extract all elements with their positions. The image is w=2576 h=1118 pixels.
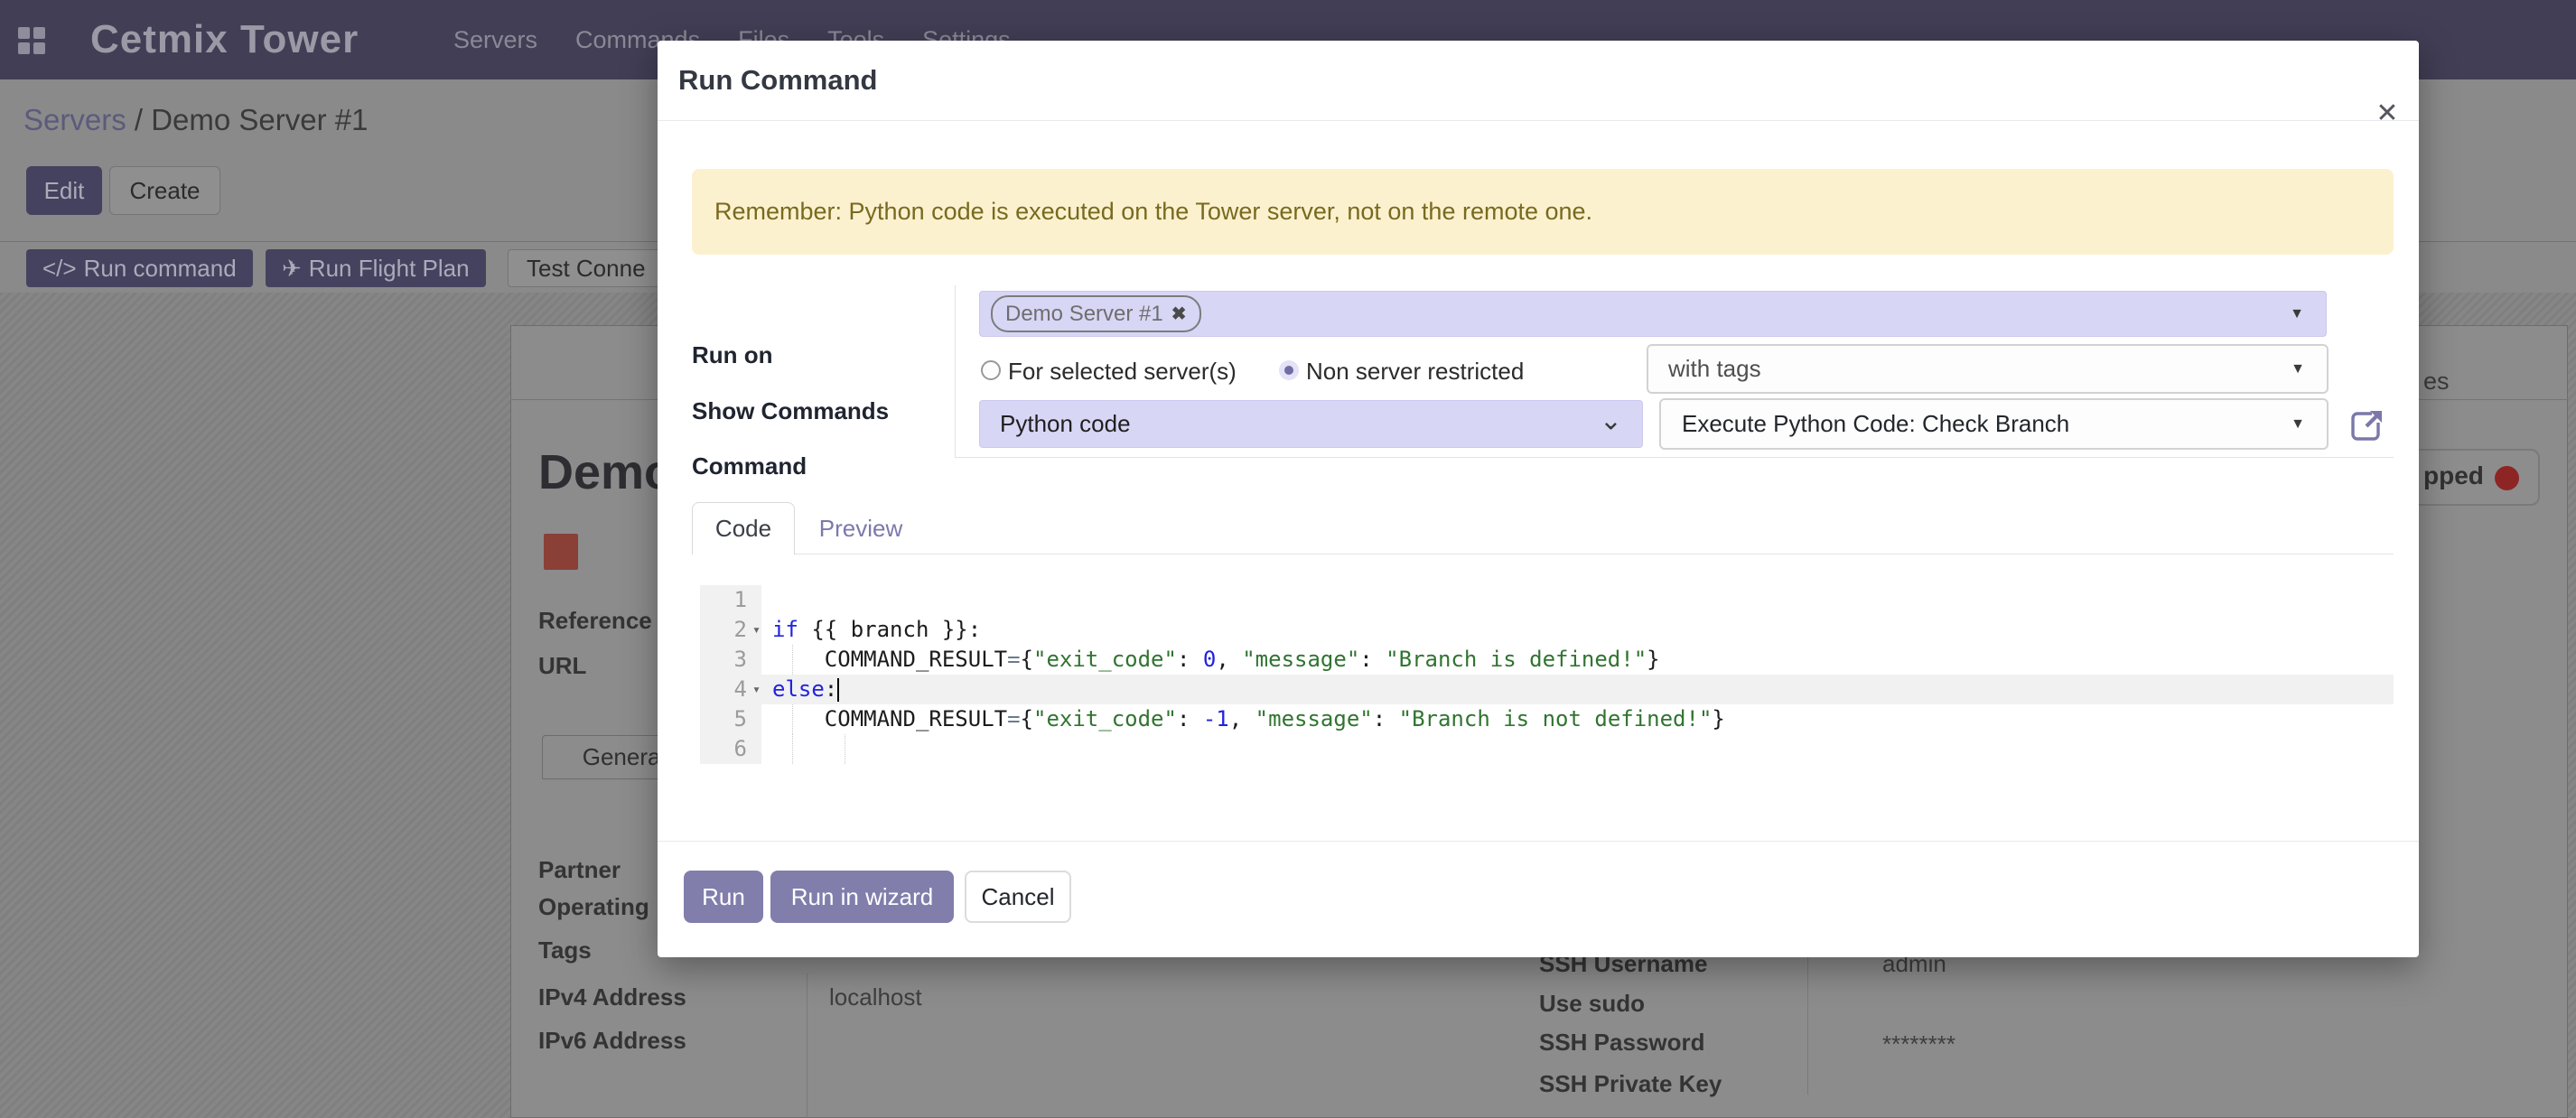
breadcrumb-link-servers[interactable]: Servers [23, 103, 126, 136]
screen: Cetmix Tower Servers Commands Files Tool… [0, 0, 2576, 1118]
field-label-ssh-private-key: SSH Private Key [1539, 1070, 1722, 1098]
code-icon: </> [42, 255, 77, 283]
caret-down-icon: ▼ [2291, 361, 2305, 377]
gutter-line-number: 2▾ [700, 615, 761, 645]
gutter-line-number: 1 [700, 585, 761, 615]
field-label-ipv6: IPv6 Address [538, 1027, 686, 1055]
radio-non-server-restricted[interactable] [1279, 360, 1299, 380]
field-label-ssh-password: SSH Password [1539, 1029, 1705, 1057]
field-label-url: URL [538, 652, 586, 680]
code-line-1[interactable]: 1 [700, 585, 2394, 615]
form-group-horizontal-divider [955, 457, 2394, 458]
field-label-reference: Reference [538, 607, 652, 635]
status-label-fragment: pped [2423, 461, 2484, 490]
code-line-2[interactable]: 2▾if {{ branch }}: [700, 615, 2394, 645]
breadcrumb-separator: / [126, 103, 152, 136]
tag-remove-icon[interactable]: ✖ [1171, 303, 1187, 325]
code-line-4[interactable]: 4▾else: [700, 675, 2394, 704]
server-tag-pill: Demo Server #1 ✖ [991, 295, 1201, 332]
run-on-select[interactable]: Demo Server #1 ✖ ▼ [979, 291, 2327, 337]
external-link-icon[interactable] [2348, 408, 2385, 444]
fold-arrow-icon[interactable]: ▾ [752, 675, 761, 704]
command-label: Command [692, 452, 807, 480]
breadcrumb: Servers / Demo Server #1 [23, 103, 368, 137]
edit-button[interactable]: Edit [26, 166, 102, 215]
modal-header-divider [658, 120, 2419, 121]
right-group-divider [1807, 939, 1808, 1095]
field-label-operating-system: Operating [538, 893, 649, 921]
create-button[interactable]: Create [109, 166, 220, 215]
caret-down-icon: ▼ [2290, 306, 2304, 322]
field-label-partner: Partner [538, 856, 621, 884]
menu-item-servers[interactable]: Servers [453, 26, 537, 54]
server-color-swatch[interactable] [544, 534, 578, 570]
fold-arrow-icon[interactable]: ▾ [752, 615, 761, 645]
code-line-content[interactable]: else: [761, 675, 2394, 704]
radio-non-server-restricted-label[interactable]: Non server restricted [1306, 358, 1524, 386]
code-line-content[interactable]: if {{ branch }}: [761, 615, 2394, 645]
with-tags-select[interactable]: with tags ▼ [1647, 344, 2329, 394]
plane-icon: ✈ [282, 255, 302, 283]
gutter-line-number: 4▾ [700, 675, 761, 704]
command-select[interactable]: Execute Python Code: Check Branch ▼ [1659, 398, 2329, 450]
command-type-select[interactable]: Python code ⌄ [979, 400, 1643, 448]
run-on-label: Run on [692, 341, 773, 369]
status-dot-icon [2495, 466, 2519, 490]
code-editor[interactable]: 12▾if {{ branch }}:3 COMMAND_RESULT={"ex… [700, 585, 2394, 764]
show-commands-label: Show Commands [692, 397, 889, 425]
breadcrumb-current: Demo Server #1 [151, 103, 368, 136]
cancel-button[interactable]: Cancel [965, 871, 1071, 923]
close-icon[interactable]: ✕ [2367, 93, 2407, 133]
stat-button-fragment[interactable]: es [2423, 368, 2450, 396]
run-button[interactable]: Run [684, 871, 763, 923]
form-group-vertical-divider [955, 285, 956, 457]
field-label-use-sudo: Use sudo [1539, 990, 1645, 1018]
code-line-content[interactable] [761, 734, 2394, 764]
app-brand[interactable]: Cetmix Tower [90, 0, 359, 79]
tab-code[interactable]: Code [692, 502, 795, 554]
run-flight-plan-button[interactable]: ✈ Run Flight Plan [266, 249, 486, 287]
apps-grid-icon[interactable] [18, 27, 45, 54]
code-line-3[interactable]: 3 COMMAND_RESULT={"exit_code": 0, "messa… [700, 645, 2394, 675]
modal-footer-divider [658, 841, 2419, 842]
radio-for-selected-servers-label[interactable]: For selected server(s) [1008, 358, 1237, 386]
code-line-content[interactable] [761, 585, 2394, 615]
gutter-line-number: 6 [700, 734, 761, 764]
chevron-down-icon: ⌄ [1600, 405, 1622, 436]
code-line-content[interactable]: COMMAND_RESULT={"exit_code": -1, "messag… [761, 704, 2394, 734]
field-label-tags: Tags [538, 936, 592, 964]
server-title: Demo [538, 444, 674, 500]
modal-title: Run Command [678, 41, 877, 120]
gutter-line-number: 5 [700, 704, 761, 734]
field-value-ipv4: localhost [829, 983, 922, 1011]
tab-preview[interactable]: Preview [807, 502, 914, 554]
run-command-modal: Run Command ✕ Remember: Python code is e… [658, 41, 2419, 957]
field-value-ssh-password: ******** [1882, 1030, 1955, 1058]
radio-for-selected-servers[interactable] [981, 360, 1001, 380]
python-warning-alert: Remember: Python code is executed on the… [692, 169, 2394, 255]
text-cursor [837, 678, 839, 702]
caret-down-icon: ▼ [2291, 416, 2305, 433]
field-label-ipv4: IPv4 Address [538, 983, 686, 1011]
run-in-wizard-button[interactable]: Run in wizard [770, 871, 954, 923]
code-line-6[interactable]: 6 [700, 734, 2394, 764]
gutter-line-number: 3 [700, 645, 761, 675]
code-line-content[interactable]: COMMAND_RESULT={"exit_code": 0, "message… [761, 645, 2394, 675]
run-command-button[interactable]: </> Run command [26, 249, 253, 287]
code-line-5[interactable]: 5 COMMAND_RESULT={"exit_code": -1, "mess… [700, 704, 2394, 734]
